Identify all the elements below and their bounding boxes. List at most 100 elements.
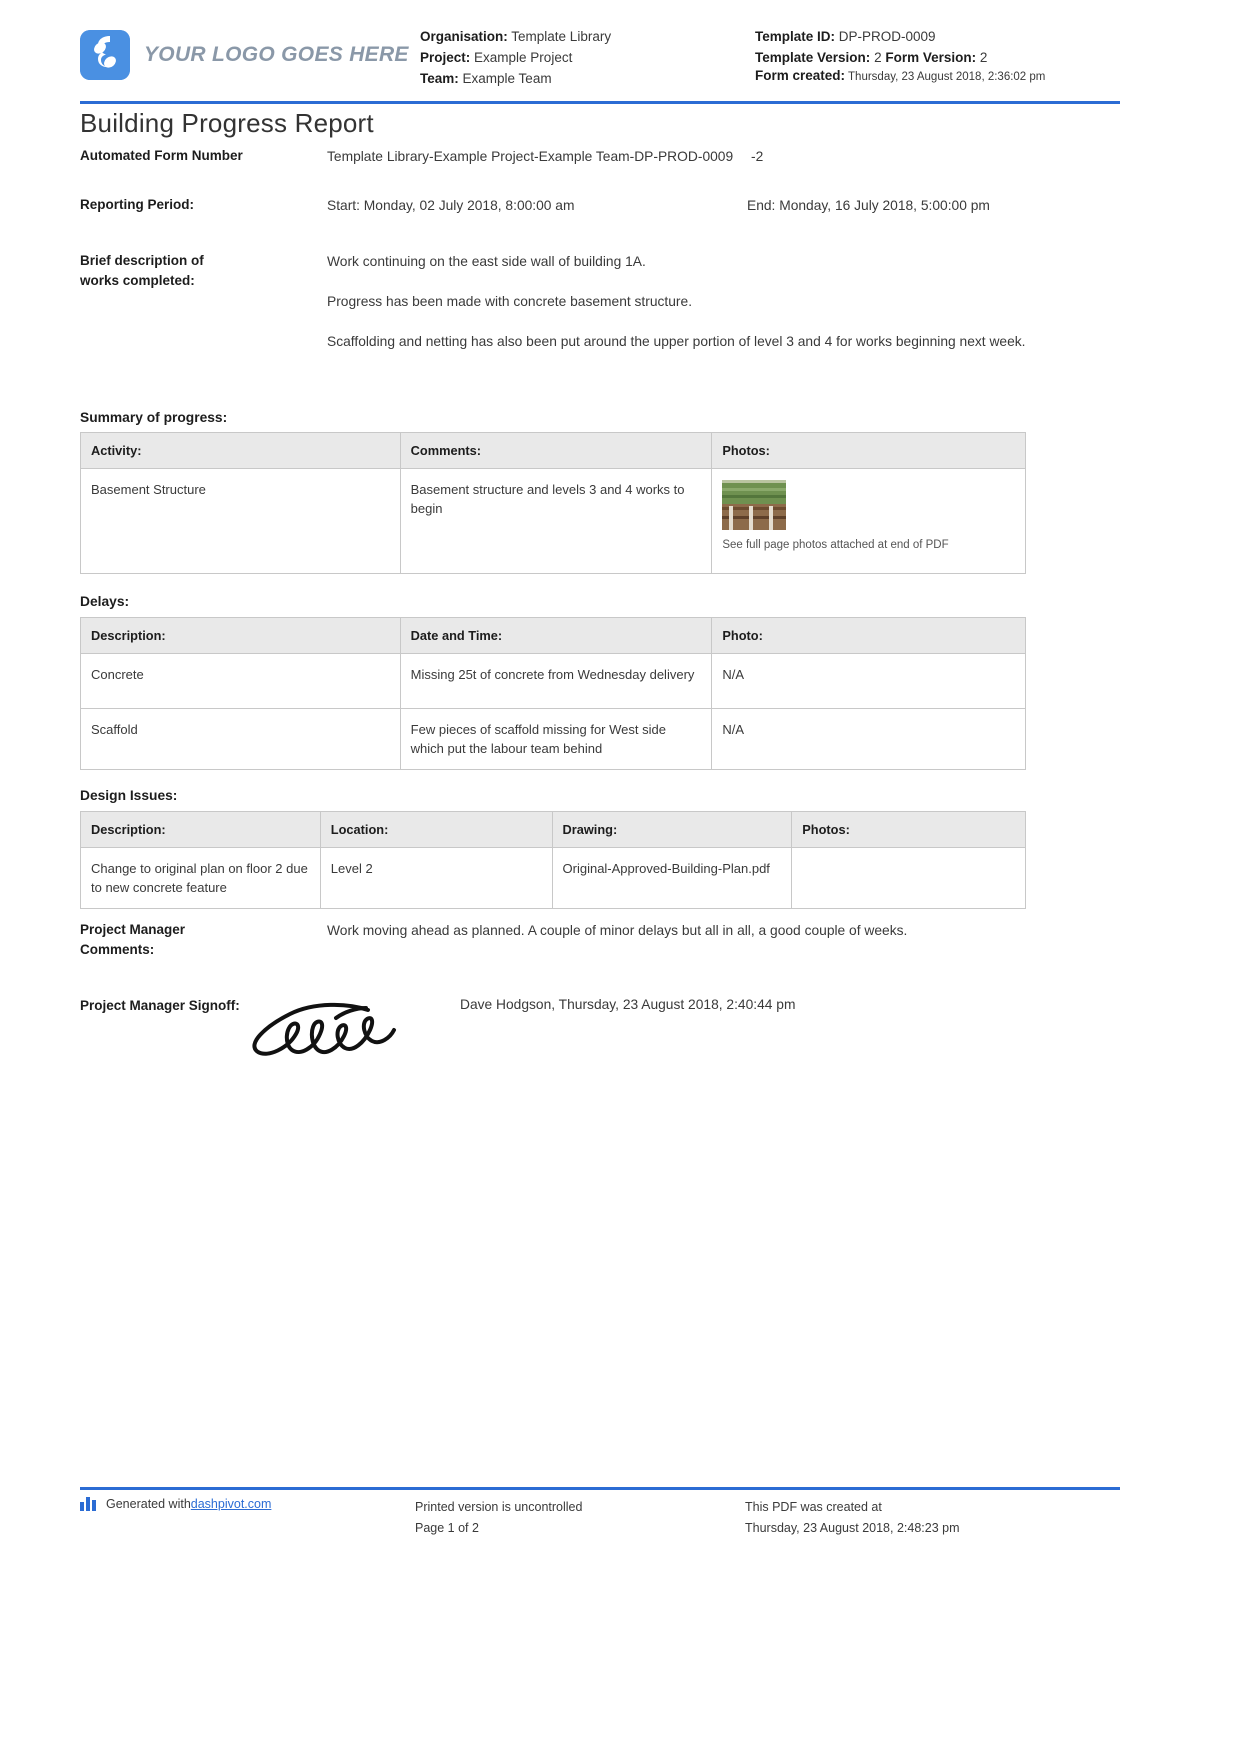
dashpivot-link[interactable]: dashpivot.com (191, 1497, 272, 1511)
design-cell-photos (791, 847, 1026, 909)
summary-heading: Summary of progress: (80, 410, 228, 425)
field-pm-comments: Project Manager Comments: Work moving ah… (80, 920, 1120, 960)
design-issues-header-row: Description: Location: Drawing: Photos: (80, 811, 1026, 848)
team-row: Team: Example Team (420, 68, 750, 89)
summary-header-row: Activity: Comments: Photos: (80, 432, 1026, 469)
brief-description-values: Work continuing on the east side wall of… (245, 251, 1035, 352)
footer-divider (80, 1487, 1120, 1490)
organisation-value: Template Library (511, 29, 612, 44)
template-id-row: Template ID: DP-PROD-0009 (755, 26, 1050, 47)
template-version-value: 2 (874, 50, 882, 65)
footer-middle: Printed version is uncontrolled Page 1 o… (415, 1493, 745, 1553)
design-issues-table: Description: Location: Drawing: Photos: … (80, 811, 1026, 909)
design-col-drawing: Drawing: (551, 811, 793, 848)
footer-created-at-label: This PDF was created at (745, 1500, 882, 1514)
summary-cell-comments: Basement structure and levels 3 and 4 wo… (399, 468, 713, 574)
organisation-row: Organisation: Template Library (420, 26, 750, 47)
table-row: Change to original plan on floor 2 due t… (80, 847, 1026, 909)
team-value: Example Team (462, 71, 552, 86)
form-version-label: Form Version: (885, 50, 977, 65)
logo-text: YOUR LOGO GOES HERE (144, 43, 409, 66)
team-label: Team: (420, 71, 459, 86)
page-title: Building Progress Report (80, 108, 374, 138)
design-cell-drawing: Original-Approved-Building-Plan.pdf (551, 847, 793, 909)
company-logo-icon (80, 30, 130, 80)
delays-cell-description-2: Scaffold (80, 708, 401, 770)
delays-col-description: Description: (80, 617, 401, 654)
delays-table: Description: Date and Time: Photo: Concr… (80, 617, 1026, 770)
pm-comments-label: Project Manager Comments: (80, 922, 186, 957)
field-brief-description: Brief description of works completed: Wo… (80, 251, 1120, 352)
form-created-label: Form created: (755, 68, 846, 83)
summary-col-activity: Activity: (80, 432, 401, 469)
summary-cell-activity: Basement Structure (80, 468, 401, 574)
signature-image (240, 1000, 440, 1067)
delays-heading: Delays: (80, 594, 130, 609)
reporting-period-values: Start: Monday, 02 July 2018, 8:00:00 am … (245, 195, 1120, 216)
summary-photo-note: See full page photos attached at end of … (722, 539, 949, 551)
brief-paragraph-3: Scaffolding and netting has also been pu… (327, 334, 1026, 349)
header-meta-right: Template ID: DP-PROD-0009 Template Versi… (750, 18, 1050, 85)
document-header: YOUR LOGO GOES HERE Organisation: Templa… (80, 18, 1120, 98)
pm-signoff-name: Dave Hodgson, Thursday, 23 August 2018, … (460, 997, 796, 1012)
header-divider (80, 101, 1120, 104)
summary-table: Activity: Comments: Photos: Basement Str… (80, 432, 1026, 574)
automated-form-number-label: Automated Form Number (80, 148, 243, 163)
version-row: Template Version: 2 Form Version: 2 (755, 47, 1050, 68)
design-col-photos: Photos: (791, 811, 1026, 848)
project-row: Project: Example Project (420, 47, 750, 68)
footer-right: This PDF was created at Thursday, 23 Aug… (745, 1493, 1075, 1553)
header-meta-left: Organisation: Template Library Project: … (420, 18, 750, 89)
reporting-period-label: Reporting Period: (80, 197, 194, 212)
template-id-label: Template ID: (755, 29, 836, 44)
reporting-period-end: End: Monday, 16 July 2018, 5:00:00 pm (747, 198, 990, 213)
reporting-period-start: Start: Monday, 02 July 2018, 8:00:00 am (327, 198, 575, 213)
form-created-row: Form created: Thursday, 23 August 2018, … (755, 68, 1050, 85)
table-row: Concrete Missing 25t of concrete from We… (80, 653, 1026, 709)
delays-cell-photo-1: N/A (711, 653, 1026, 709)
progress-photo-thumbnail[interactable] (722, 480, 787, 530)
footer-created-at-value: Thursday, 23 August 2018, 2:48:23 pm (745, 1521, 960, 1535)
project-value: Example Project (474, 50, 573, 65)
brief-paragraph-1: Work continuing on the east side wall of… (327, 254, 646, 269)
delays-cell-datetime-1: Missing 25t of concrete from Wednesday d… (399, 653, 713, 709)
summary-cell-photos: See full page photos attached at end of … (711, 468, 1026, 574)
field-reporting-period: Reporting Period: Start: Monday, 02 July… (80, 195, 1120, 216)
form-created-value: Thursday, 23 August 2018, 2:36:02 pm (848, 71, 1046, 83)
footer-generated-prefix: Generated with (106, 1497, 191, 1511)
delays-cell-description-1: Concrete (80, 653, 401, 709)
document-footer: Generated with dashpivot.com Printed ver… (80, 1493, 1120, 1553)
project-label: Project: (420, 50, 471, 65)
delays-header-row: Description: Date and Time: Photo: (80, 617, 1026, 654)
template-version-label: Template Version: (755, 50, 871, 65)
delays-cell-photo-2: N/A (711, 708, 1026, 770)
chart-bars-icon (80, 1497, 98, 1511)
delays-col-datetime: Date and Time: (399, 617, 713, 654)
pm-comments-value: Work moving ahead as planned. A couple o… (327, 923, 908, 938)
footer-generated-with: Generated with dashpivot.com (80, 1493, 415, 1553)
automated-form-number-value: Template Library-Example Project-Example… (327, 149, 734, 164)
table-row: Basement Structure Basement structure an… (80, 468, 1026, 574)
automated-form-number-suffix: -2 (750, 149, 764, 164)
form-version-value: 2 (979, 50, 988, 65)
table-row: Scaffold Few pieces of scaffold missing … (80, 708, 1026, 770)
delays-col-photo: Photo: (711, 617, 1026, 654)
design-col-location: Location: (319, 811, 553, 848)
design-cell-location: Level 2 (319, 847, 553, 909)
summary-col-comments: Comments: (399, 432, 713, 469)
delays-cell-datetime-2: Few pieces of scaffold missing for West … (399, 708, 713, 770)
footer-uncontrolled-note: Printed version is uncontrolled (415, 1500, 583, 1514)
logo-block: YOUR LOGO GOES HERE (80, 18, 420, 80)
design-issues-heading: Design Issues: (80, 788, 178, 803)
brief-paragraph-2: Progress has been made with concrete bas… (327, 294, 693, 309)
design-col-description: Description: (80, 811, 321, 848)
document-page: YOUR LOGO GOES HERE Organisation: Templa… (0, 0, 1240, 1754)
pm-signoff-label: Project Manager Signoff: (80, 998, 240, 1013)
summary-col-photos: Photos: (711, 432, 1026, 469)
template-id-value: DP-PROD-0009 (838, 29, 936, 44)
footer-page-number: Page 1 of 2 (415, 1521, 479, 1535)
field-automated-form-number: Automated Form Number Template Library-E… (80, 146, 1120, 167)
automated-form-number-value-group: Template Library-Example Project-Example… (245, 146, 763, 167)
organisation-label: Organisation: (420, 29, 508, 44)
brief-description-label: Brief description of works completed: (80, 253, 204, 288)
